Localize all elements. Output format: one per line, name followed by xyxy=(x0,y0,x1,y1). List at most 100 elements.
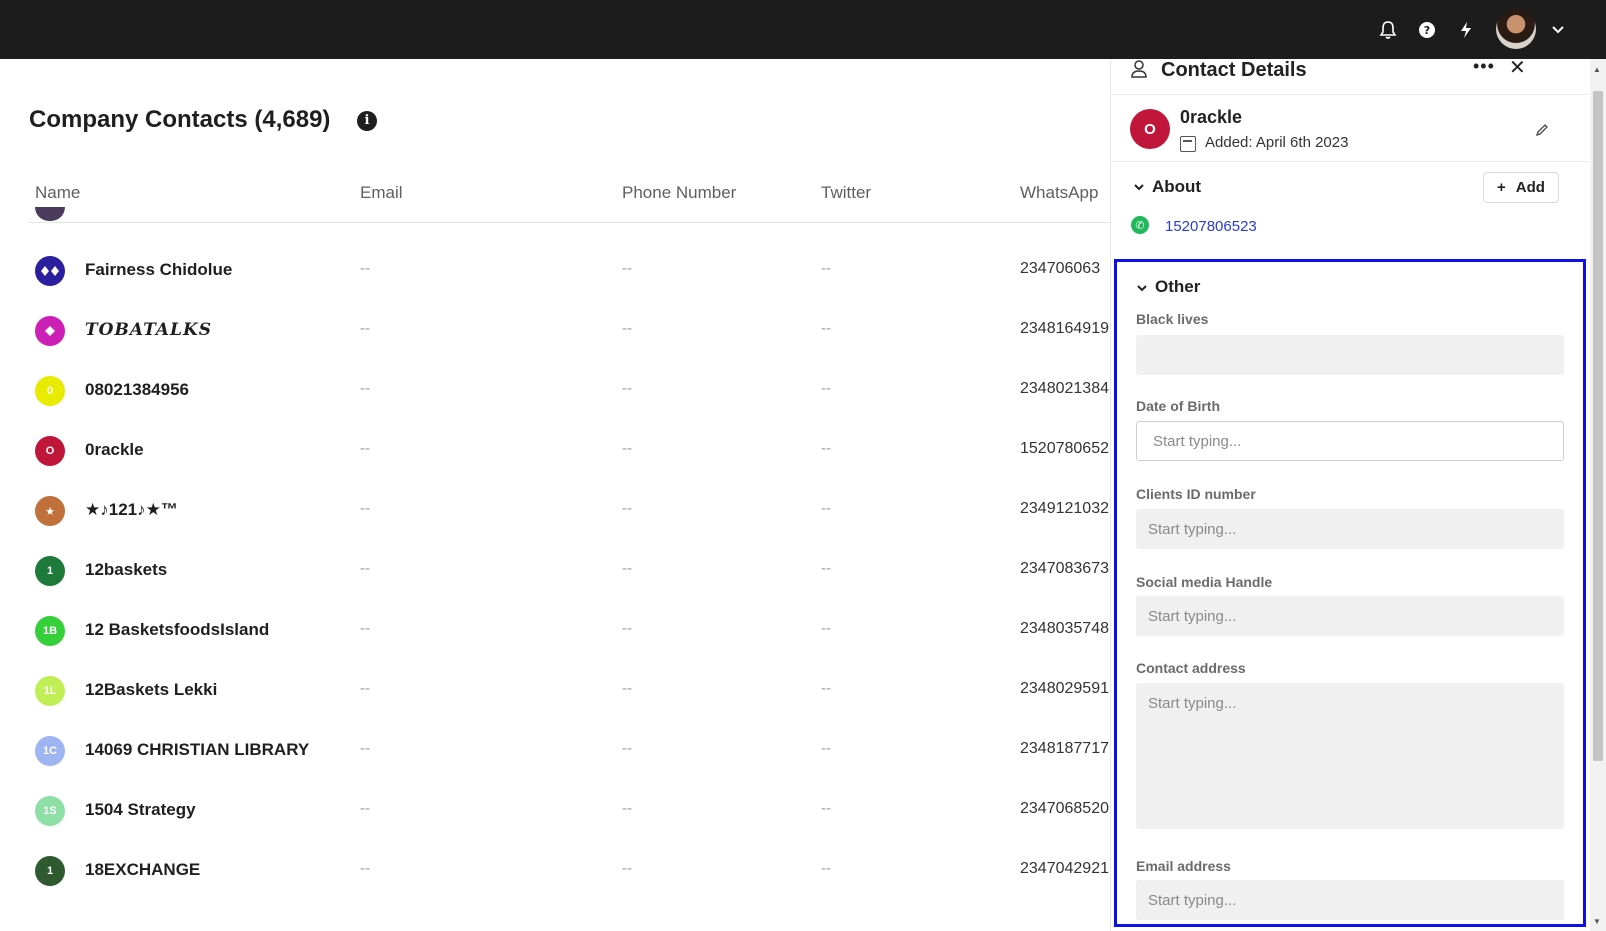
avatar xyxy=(35,256,65,286)
contact-name[interactable]: 12 BasketsfoodsIsland xyxy=(85,620,269,640)
field-label-clients-id: Clients ID number xyxy=(1136,486,1256,502)
bell-icon[interactable] xyxy=(1375,17,1401,43)
whatsapp-number-link[interactable]: 15207806523 xyxy=(1165,218,1257,235)
empty-cell: -- xyxy=(360,620,370,637)
empty-cell: -- xyxy=(821,740,831,757)
avatar: ★ xyxy=(35,496,65,526)
contact-name[interactable]: 12baskets xyxy=(85,560,167,580)
contact-name[interactable]: 14069 CHRISTIAN LIBRARY xyxy=(85,740,309,760)
contact-name[interactable]: 08021384956 xyxy=(85,380,189,400)
whatsapp-cell: 2349121032 xyxy=(1020,500,1109,517)
table-row[interactable]: 0 08021384956 -- -- -- 2348021384 xyxy=(0,361,1110,421)
more-options-icon[interactable]: ••• xyxy=(1473,59,1495,77)
empty-cell: -- xyxy=(622,680,632,697)
empty-cell: -- xyxy=(622,800,632,817)
table-row[interactable]: Fairness Chidolue -- -- -- 234706063 xyxy=(0,241,1110,301)
column-header-phone[interactable]: Phone Number xyxy=(622,183,736,203)
table-row[interactable]: TOBATALKS -- -- -- 2348164919 xyxy=(0,301,1110,361)
chevron-down-icon[interactable] xyxy=(1545,17,1571,43)
whatsapp-cell: 2347068520 xyxy=(1020,800,1109,817)
panel-scrollbar[interactable]: ▲ ▼ xyxy=(1590,59,1606,931)
column-header-twitter[interactable]: Twitter xyxy=(821,183,871,203)
contact-name[interactable]: TOBATALKS xyxy=(85,320,212,340)
empty-cell: -- xyxy=(360,860,370,877)
scroll-up-arrow-icon[interactable]: ▲ xyxy=(1593,65,1601,74)
info-icon[interactable]: i xyxy=(357,111,377,131)
whatsapp-cell: 2348187717 xyxy=(1020,740,1109,757)
avatar: 1C xyxy=(35,736,65,766)
add-button[interactable]: + Add xyxy=(1483,172,1559,203)
empty-cell: -- xyxy=(622,440,632,457)
empty-cell: -- xyxy=(360,260,370,277)
contact-name[interactable]: ★♪121♪★™ xyxy=(85,500,178,520)
avatar: 0 xyxy=(35,376,65,406)
about-section-title[interactable]: About xyxy=(1152,177,1201,197)
scroll-down-arrow-icon[interactable]: ▼ xyxy=(1593,917,1601,926)
contact-name[interactable]: 18EXCHANGE xyxy=(85,860,200,880)
table-row[interactable]: O 0rackle -- -- -- 1520780652 xyxy=(0,421,1110,481)
clients-id-input[interactable] xyxy=(1136,509,1564,549)
chevron-down-icon[interactable] xyxy=(1133,180,1145,194)
avatar xyxy=(35,316,65,346)
scrollbar-thumb[interactable] xyxy=(1593,91,1603,761)
column-header-name[interactable]: Name xyxy=(35,183,80,203)
edit-pencil-icon[interactable] xyxy=(1535,123,1549,141)
whatsapp-cell: 2347083673 xyxy=(1020,560,1109,577)
table-row[interactable]: 1 18EXCHANGE -- -- -- 2347042921 xyxy=(0,841,1110,901)
table-row[interactable]: 1S 1504 Strategy -- -- -- 2347068520 xyxy=(0,781,1110,841)
empty-cell: -- xyxy=(360,680,370,697)
table-row[interactable]: 1L 12Baskets Lekki -- -- -- 2348029591 xyxy=(0,661,1110,721)
lightning-icon[interactable] xyxy=(1453,17,1479,43)
field-label-email-address: Email address xyxy=(1136,858,1231,874)
whatsapp-cell: 234706063 xyxy=(1020,260,1101,277)
whatsapp-cell: 2347042921 xyxy=(1020,860,1109,877)
field-label-black-lives: Black lives xyxy=(1136,311,1209,327)
contact-address-textarea[interactable] xyxy=(1136,683,1564,829)
contact-name[interactable]: 0rackle xyxy=(85,440,144,460)
table-row[interactable]: 1 12baskets -- -- -- 2347083673 xyxy=(0,541,1110,601)
empty-cell: -- xyxy=(821,380,831,397)
chevron-down-icon[interactable] xyxy=(1136,281,1148,295)
whatsapp-cell: 2348035748 xyxy=(1020,620,1109,637)
column-header-whatsapp[interactable]: WhatsApp xyxy=(1020,183,1098,203)
column-header-email[interactable]: Email xyxy=(360,183,403,203)
user-avatar[interactable] xyxy=(1496,9,1536,49)
contact-name[interactable]: 1504 Strategy xyxy=(85,800,196,820)
email-address-input[interactable] xyxy=(1136,880,1564,920)
empty-cell: -- xyxy=(360,320,370,337)
social-media-input[interactable] xyxy=(1136,596,1564,636)
empty-cell: -- xyxy=(360,380,370,397)
table-row[interactable]: 1B 12 BasketsfoodsIsland -- -- -- 2348035748 xyxy=(0,601,1110,661)
empty-cell: -- xyxy=(622,260,632,277)
black-lives-input[interactable] xyxy=(1136,335,1564,375)
plus-icon: + xyxy=(1497,179,1506,196)
whatsapp-cell: 2348164919 xyxy=(1020,320,1109,337)
date-of-birth-input[interactable] xyxy=(1136,421,1564,461)
empty-cell: -- xyxy=(622,560,632,577)
empty-cell: -- xyxy=(821,560,831,577)
whatsapp-cell: 1520780652 xyxy=(1020,440,1109,457)
panel-title: Contact Details xyxy=(1161,59,1307,81)
empty-cell: -- xyxy=(622,320,632,337)
avatar: 1L xyxy=(35,676,65,706)
avatar: 1 xyxy=(35,856,65,886)
close-icon[interactable]: ✕ xyxy=(1509,59,1526,80)
whatsapp-cell: 2348029591 xyxy=(1020,680,1109,697)
contact-name[interactable]: 12Baskets Lekki xyxy=(85,680,217,700)
table-header-divider xyxy=(28,222,1110,223)
field-label-contact-address: Contact address xyxy=(1136,660,1246,676)
contact-name: 0rackle xyxy=(1180,107,1243,127)
empty-cell: -- xyxy=(622,620,632,637)
table-row[interactable]: 1C 14069 CHRISTIAN LIBRARY -- -- -- 234818771… xyxy=(0,721,1110,781)
empty-cell: -- xyxy=(360,740,370,757)
contact-avatar: O xyxy=(1130,109,1170,149)
empty-cell: -- xyxy=(622,380,632,397)
contact-name[interactable]: Fairness Chidolue xyxy=(85,260,232,280)
avatar xyxy=(35,207,65,221)
svg-text:?: ? xyxy=(1424,24,1430,37)
help-icon[interactable]: ? xyxy=(1414,17,1440,43)
table-row[interactable]: ★ ★♪121♪★™ -- -- -- 2349121032 xyxy=(0,481,1110,541)
empty-cell: -- xyxy=(821,440,831,457)
top-bar: ? xyxy=(0,0,1606,59)
other-section-title[interactable]: Other xyxy=(1155,277,1200,297)
